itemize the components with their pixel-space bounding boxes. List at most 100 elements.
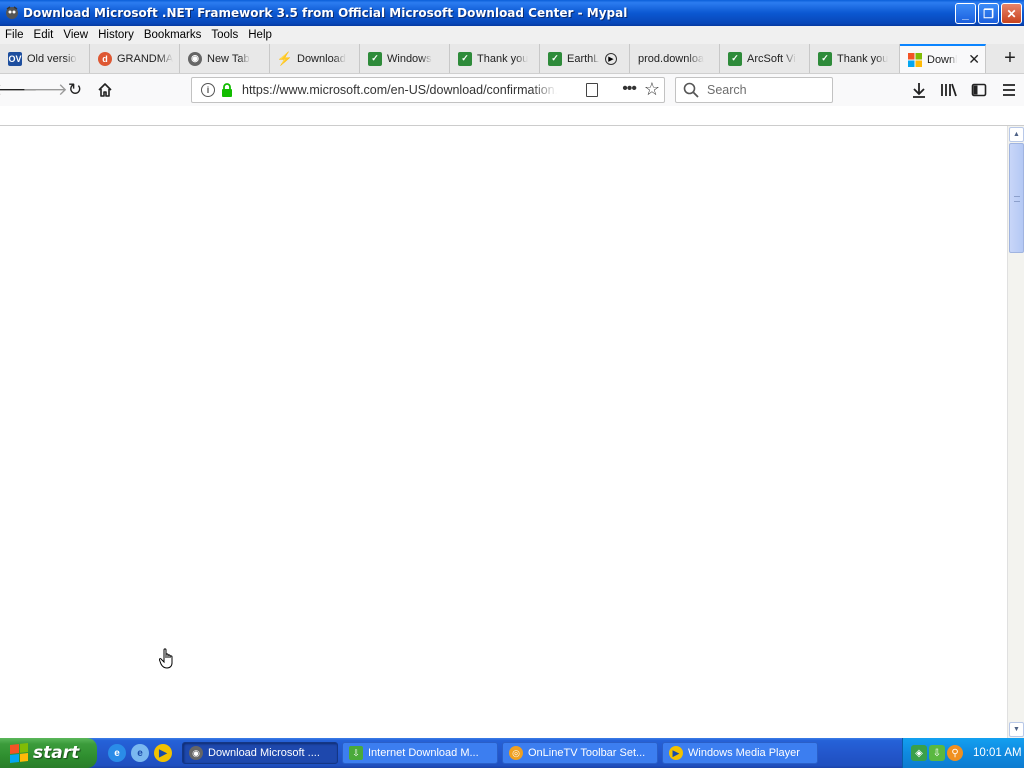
tab-thank-you[interactable]: ✓ Thank you — [450, 44, 540, 73]
tab-prod-download[interactable]: prod.downloa — [630, 44, 720, 73]
reader-view-icon[interactable] — [586, 83, 598, 97]
task-onlinetv-toolbar[interactable]: ◎ OnLineTV Toolbar Set... — [502, 742, 658, 764]
windows-taskbar: start e e ▶ ◉ Download Microsoft .... ⇩ … — [0, 738, 1024, 768]
library-button[interactable] — [934, 76, 964, 104]
media-player-icon: ▶ — [669, 746, 683, 760]
info-icon[interactable]: i — [201, 83, 215, 97]
close-tab-icon[interactable]: ✕ — [968, 51, 980, 68]
reload-icon: ↻ — [67, 80, 83, 99]
tab-download-active[interactable]: Downl ✕ — [900, 44, 986, 73]
scroll-thumb[interactable] — [1009, 143, 1024, 253]
start-label: start — [33, 743, 80, 763]
idm-icon: ⇩ — [349, 746, 363, 760]
internet-explorer-icon[interactable]: e — [108, 744, 126, 762]
scroll-down-button[interactable]: ▼ — [1009, 722, 1024, 737]
tab-download[interactable]: ⚡ Download — [270, 44, 360, 73]
network-icon[interactable]: ◈ — [911, 745, 927, 761]
tab-strip: OV Old versio d GRANDMA ◉ New Tab ⚡ Down… — [0, 44, 1024, 74]
tab-old-version[interactable]: OV Old versio — [0, 44, 90, 73]
chevron-down-icon: ▼ — [1013, 726, 1020, 733]
onlinetv-icon: ◎ — [509, 746, 523, 760]
raccoon-icon: ◉ — [188, 51, 202, 66]
windows-flag-icon — [10, 743, 28, 763]
tab-label: ArcSoft Vi — [747, 52, 796, 65]
task-label: Download Microsoft .... — [208, 747, 320, 759]
tab-arcsoft[interactable]: ✓ ArcSoft Vi — [720, 44, 810, 73]
forward-button[interactable]: 🡒 — [22, 76, 68, 104]
tab-label: EarthL — [567, 52, 600, 65]
plus-icon: + — [1004, 47, 1016, 69]
minimize-icon: _ — [962, 6, 969, 21]
close-icon: ✕ — [1006, 6, 1017, 21]
mypal-app-icon — [4, 5, 20, 21]
microsoft-icon — [908, 52, 922, 67]
scroll-up-button[interactable]: ▲ — [1009, 127, 1024, 142]
media-player-icon[interactable]: ▶ — [154, 744, 172, 762]
grip-icon — [1014, 196, 1020, 202]
download-arrow-icon — [913, 83, 925, 98]
green-check-icon: ✓ — [458, 51, 472, 66]
menu-file[interactable]: File — [0, 29, 29, 41]
sidebar-icon — [971, 83, 987, 97]
close-window-button[interactable]: ✕ — [1001, 3, 1022, 24]
page-content[interactable] — [0, 126, 1007, 738]
tab-thank-you-2[interactable]: ✓ Thank you — [810, 44, 900, 73]
lightning-icon: ⚡ — [276, 50, 294, 66]
task-windows-media-player[interactable]: ▶ Windows Media Player — [662, 742, 818, 764]
search-bar[interactable] — [675, 77, 833, 103]
tab-label: prod.downloa — [638, 52, 705, 65]
menu-history[interactable]: History — [93, 29, 139, 41]
task-mypal-browser[interactable]: ◉ Download Microsoft .... — [182, 742, 338, 764]
search-input[interactable] — [707, 83, 827, 97]
tab-windows[interactable]: ✓ Windows — [360, 44, 450, 73]
new-tab-button[interactable]: + — [996, 44, 1024, 73]
task-internet-download-manager[interactable]: ⇩ Internet Download M... — [342, 742, 498, 764]
ie-mini-icon[interactable]: e — [131, 744, 149, 762]
reload-button[interactable]: ↻ — [60, 76, 90, 104]
tab-label: Thank you — [837, 52, 889, 65]
task-label: OnLineTV Toolbar Set... — [528, 747, 646, 759]
menu-help[interactable]: Help — [243, 29, 277, 41]
menu-bookmarks[interactable]: Bookmarks — [139, 29, 207, 41]
url-text[interactable]: https://www.microsoft.com/en-US/download… — [242, 83, 557, 97]
url-bar[interactable]: i https://www.microsoft.com/en-US/downlo… — [191, 77, 665, 103]
playing-audio-icon[interactable]: ▶ — [605, 52, 617, 65]
tab-new-tab[interactable]: ◉ New Tab — [180, 44, 270, 73]
menu-edit[interactable]: Edit — [29, 29, 59, 41]
library-icon — [941, 83, 957, 97]
tab-earthl[interactable]: ✓ EarthL ▶ — [540, 44, 630, 73]
idm-tray-icon[interactable]: ⇩ — [929, 745, 945, 761]
task-label: Internet Download M... — [368, 747, 479, 759]
downloads-button[interactable] — [904, 76, 934, 104]
task-label: Windows Media Player — [688, 747, 800, 759]
sidebar-button[interactable] — [964, 76, 994, 104]
vertical-scrollbar[interactable]: ▲ ▼ — [1007, 126, 1024, 738]
toolbar-right — [904, 76, 1024, 104]
start-button[interactable]: start — [0, 738, 97, 768]
bookmark-star-icon[interactable]: ☆ — [644, 79, 660, 100]
window-controls: _ ❐ ✕ — [955, 3, 1022, 24]
tab-label: Old versio — [27, 52, 77, 65]
window-titlebar[interactable]: Download Microsoft .NET Framework 3.5 fr… — [0, 0, 1024, 26]
green-check-icon: ✓ — [548, 51, 562, 66]
search-icon — [683, 82, 699, 98]
green-check-icon: ✓ — [818, 51, 832, 66]
green-check-icon: ✓ — [368, 51, 382, 66]
page-actions-icon[interactable]: ••• — [622, 80, 637, 98]
system-tray: ◈ ⇩ ⚲ 10:01 AM — [902, 738, 1024, 768]
maximize-button[interactable]: ❐ — [978, 3, 999, 24]
menu-tools[interactable]: Tools — [206, 29, 243, 41]
minimize-button[interactable]: _ — [955, 3, 976, 24]
menu-view[interactable]: View — [58, 29, 93, 41]
menu-button[interactable] — [994, 76, 1024, 104]
chevron-up-icon: ▲ — [1013, 131, 1020, 138]
tab-grandma[interactable]: d GRANDMA — [90, 44, 180, 73]
search-tray-icon[interactable]: ⚲ — [947, 745, 963, 761]
tab-label: Download — [297, 52, 346, 65]
menu-bar: File Edit View History Bookmarks Tools H… — [0, 26, 1024, 44]
window-title: Download Microsoft .NET Framework 3.5 fr… — [23, 6, 628, 20]
hand-cursor-icon — [158, 648, 177, 676]
home-button[interactable] — [90, 76, 120, 104]
tab-label: GRANDMA — [117, 52, 174, 65]
lock-icon[interactable] — [221, 83, 233, 97]
